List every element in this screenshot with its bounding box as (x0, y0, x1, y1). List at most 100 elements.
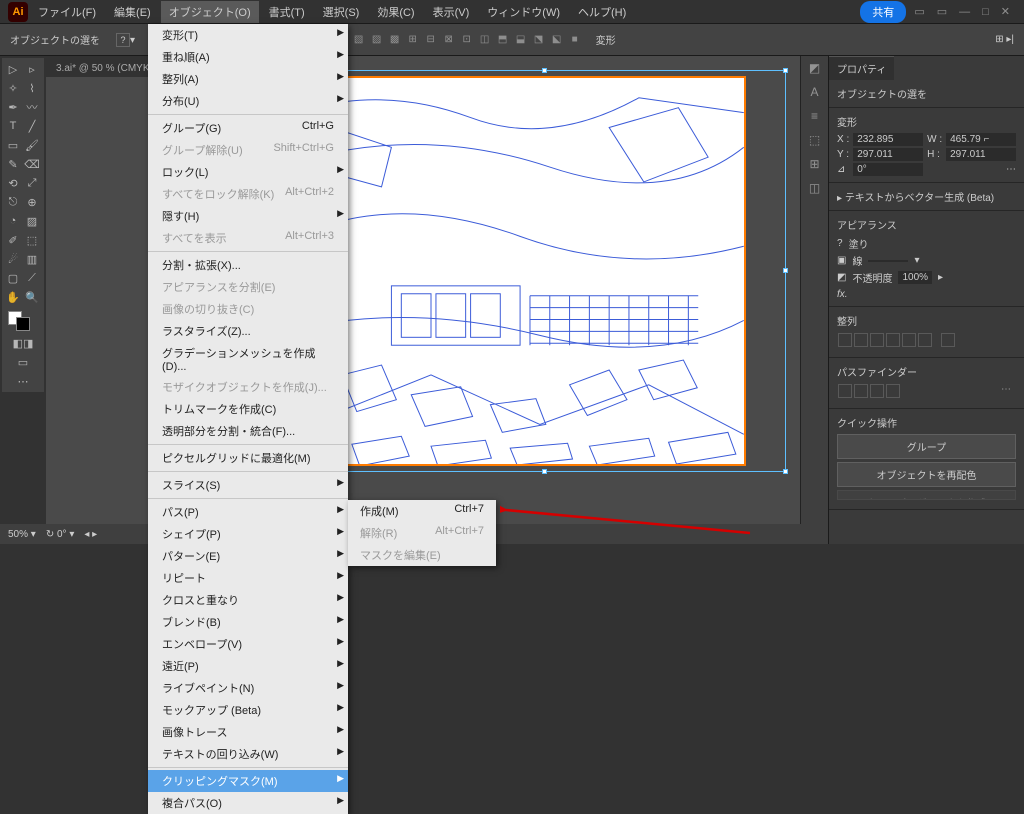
menu-item[interactable]: シェイプ(P)▶ (148, 523, 348, 545)
menu-item[interactable]: ラスタライズ(Z)... (148, 320, 348, 342)
screen-mode[interactable]: ▭ (4, 353, 42, 371)
hand-tool[interactable]: ✋ (4, 288, 22, 306)
x-value[interactable]: 232.895 (853, 133, 923, 146)
vector-gen-label[interactable]: ▸ テキストからベクター生成 (Beta) (837, 193, 994, 204)
menu-item[interactable]: ライブペイント(N)▶ (148, 677, 348, 699)
menu-item: モザイクオブジェクトを作成(J)... (148, 376, 348, 398)
panel-toggle-icon[interactable]: ⊞ ▸| (995, 34, 1014, 45)
menu-item[interactable]: ピクセルグリッドに最適化(M) (148, 447, 348, 469)
menu-item[interactable]: スライス(S)▶ (148, 474, 348, 496)
eyedropper-tool[interactable]: ✐ (4, 231, 22, 249)
menu-item[interactable]: 重ね順(A)▶ (148, 46, 348, 68)
status-angle[interactable]: ↻ 0° ▾ (46, 529, 75, 540)
h-label: H : (927, 149, 942, 160)
menu-edit[interactable]: 編集(E) (106, 1, 159, 23)
artboard-tool[interactable]: ▢ (4, 269, 22, 287)
brush-tool[interactable]: 🖌 (23, 136, 41, 154)
menu-effect[interactable]: 効果(C) (369, 1, 422, 23)
menu-help[interactable]: ヘルプ(H) (570, 1, 634, 23)
scale-tool[interactable]: ⤢ (23, 174, 41, 192)
menu-item[interactable]: 分割・拡張(X)... (148, 254, 348, 276)
panel-icon[interactable]: ⬚ (801, 128, 828, 152)
angle-value[interactable]: 0° (853, 163, 923, 176)
menu-item[interactable]: 分布(U)▶ (148, 90, 348, 112)
fill-swatch[interactable]: ? (116, 33, 130, 47)
blend-tool[interactable]: ⬚ (23, 231, 41, 249)
menu-item[interactable]: リピート▶ (148, 567, 348, 589)
w-value[interactable]: 465.79 ⌐ (946, 133, 1016, 146)
menu-item[interactable]: ロック(L)▶ (148, 161, 348, 183)
menu-item[interactable]: 整列(A)▶ (148, 68, 348, 90)
color-mode[interactable]: ◧◨ (4, 334, 42, 352)
type-tool[interactable]: T (4, 117, 22, 135)
menu-item[interactable]: パス(P)▶ (148, 501, 348, 523)
gradient-tool[interactable]: ▨ (23, 212, 41, 230)
fx-label[interactable]: fx. (837, 289, 1016, 300)
menu-item[interactable]: トリムマークを作成(C) (148, 398, 348, 420)
curvature-tool[interactable]: 〰 (23, 98, 41, 116)
fill-box[interactable]: ? (837, 238, 843, 249)
menu-item[interactable]: テキストの回り込み(W)▶ (148, 743, 348, 765)
panel-icon[interactable]: ≡ (801, 104, 828, 128)
shape-builder-tool[interactable]: ◔ (4, 212, 22, 230)
menu-item[interactable]: 変形(T)▶ (148, 24, 348, 46)
menu-item[interactable]: ブレンド(B)▶ (148, 611, 348, 633)
menu-item[interactable]: グラデーションメッシュを作成(D)... (148, 342, 348, 376)
share-button[interactable]: 共有 (860, 1, 906, 23)
slice-tool[interactable]: ⟋ (23, 269, 41, 287)
opacity-value[interactable]: 100% (898, 271, 932, 284)
line-tool[interactable]: ╱ (23, 117, 41, 135)
shaper-tool[interactable]: ✎ (4, 155, 22, 173)
quick-recolor-button[interactable]: オブジェクトを再配色 (837, 462, 1016, 487)
menu-object[interactable]: オブジェクト(O) (161, 1, 259, 23)
stroke-box[interactable]: ▣ (837, 255, 846, 266)
menu-item[interactable]: 画像トレース▶ (148, 721, 348, 743)
menu-item[interactable]: グループ(G)Ctrl+G (148, 117, 348, 139)
status-zoom[interactable]: 50% ▾ (8, 529, 36, 540)
menu-item[interactable]: クリッピングマスク(M)▶ (148, 770, 348, 792)
stroke-weight[interactable] (868, 260, 908, 262)
graph-tool[interactable]: ▥ (23, 250, 41, 268)
h-value[interactable]: 297.011 (946, 148, 1016, 161)
menu-item[interactable]: 複合パス(O)▶ (148, 792, 348, 814)
pen-tool[interactable]: ✒ (4, 98, 22, 116)
menu-file[interactable]: ファイル(F) (30, 1, 104, 23)
rotate-tool[interactable]: ⟲ (4, 174, 22, 192)
menu-select[interactable]: 選択(S) (315, 1, 368, 23)
wand-tool[interactable]: ✧ (4, 79, 22, 97)
direct-select-tool[interactable]: ▹ (23, 60, 41, 78)
submenu-item[interactable]: 作成(M)Ctrl+7 (348, 500, 496, 522)
panel-icon[interactable]: ⊞ (801, 152, 828, 176)
menu-item[interactable]: 遠近(P)▶ (148, 655, 348, 677)
symbol-tool[interactable]: ☄ (4, 250, 22, 268)
menu-item[interactable]: パターン(E)▶ (148, 545, 348, 567)
y-value[interactable]: 297.011 (853, 148, 923, 161)
menu-item[interactable]: エンベロープ(V)▶ (148, 633, 348, 655)
color-swatches[interactable] (4, 311, 42, 333)
lasso-tool[interactable]: ⌇ (23, 79, 41, 97)
menu-item[interactable]: モックアップ (Beta)▶ (148, 699, 348, 721)
zoom-tool[interactable]: 🔍 (23, 288, 41, 306)
panel-icon[interactable]: ◫ (801, 176, 828, 200)
menu-item[interactable]: クロスと重なり▶ (148, 589, 348, 611)
rect-tool[interactable]: ▭ (4, 136, 22, 154)
pathfinder-buttons[interactable]: ⋯ (837, 383, 1016, 402)
menu-item[interactable]: 隠す(H)▶ (148, 205, 348, 227)
selection-tool[interactable]: ▷ (4, 60, 22, 78)
eraser-tool[interactable]: ⌫ (23, 155, 41, 173)
menu-window[interactable]: ウィンドウ(W) (479, 1, 568, 23)
quick-group-button[interactable]: グループ (837, 434, 1016, 459)
quick-clip-button[interactable]: クリッピングマスクを作成 (837, 490, 1016, 500)
width-tool[interactable]: ⎋ (4, 193, 22, 211)
menu-view[interactable]: 表示(V) (425, 1, 478, 23)
properties-tab[interactable]: プロパティ (829, 56, 894, 80)
edit-toolbar[interactable]: ⋯ (4, 372, 42, 390)
w-label: W : (927, 134, 942, 145)
panel-icon[interactable]: A (801, 80, 828, 104)
panel-icon[interactable]: ◩ (801, 56, 828, 80)
menu-type[interactable]: 書式(T) (261, 1, 313, 23)
menu-item[interactable]: 透明部分を分割・統合(F)... (148, 420, 348, 442)
opacity-box[interactable]: ◩ (837, 272, 846, 283)
free-transform-tool[interactable]: ⊕ (23, 193, 41, 211)
align-buttons[interactable] (837, 332, 1016, 351)
